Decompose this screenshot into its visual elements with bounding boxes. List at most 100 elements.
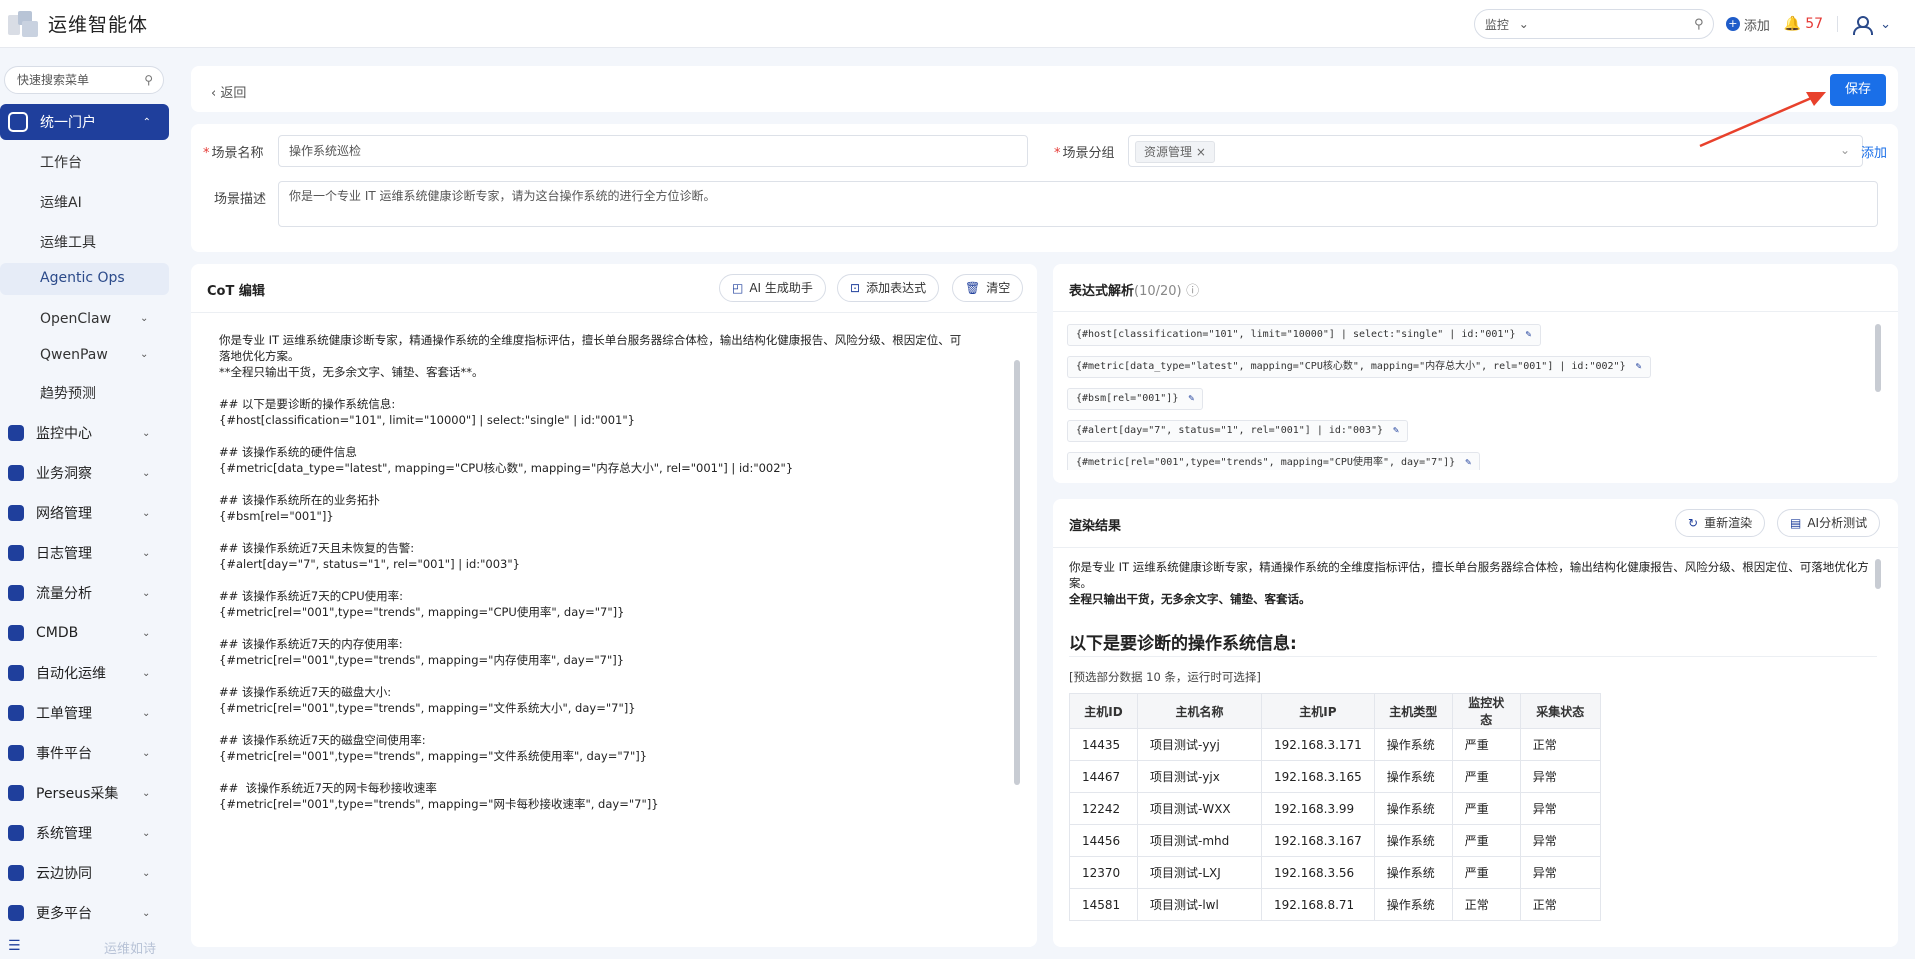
search-icon[interactable]: ⚲: [1685, 17, 1713, 32]
scene-desc-textarea[interactable]: 你是一个专业 IT 运维系统健康诊断专家，请为这台操作系统的进行全方位诊断。: [278, 181, 1878, 227]
ai-icon: ◰: [732, 281, 744, 295]
expression-chip[interactable]: {#alert[day="7", status="1", rel="001"] …: [1067, 420, 1409, 442]
table-cell: 14581: [1069, 888, 1138, 921]
user-menu[interactable]: ⌄: [1852, 15, 1891, 35]
table-cell: 192.168.3.171: [1261, 728, 1375, 761]
sidebar-item-business[interactable]: 业务洞察 ⌄: [8, 463, 168, 483]
table-cell: 14467: [1069, 760, 1138, 793]
chevron-down-icon: ⌄: [142, 707, 151, 719]
sidebar-subitem-qwenpaw[interactable]: QwenPaw: [40, 347, 108, 363]
expression-card: 表达式解析(10/20) ⓘ {#host[classification="10…: [1053, 264, 1898, 483]
sidebar-subitem-ops-tools[interactable]: 运维工具: [40, 232, 96, 252]
add-expression-button[interactable]: ⊡ 添加表达式: [837, 274, 940, 302]
bell-icon: 🔔: [1783, 16, 1802, 32]
plus-icon: +: [1725, 17, 1740, 31]
monitor-icon: [8, 425, 24, 441]
cot-line: {#alert[day="7", status="1", rel="001"] …: [219, 557, 520, 571]
table-cell: 12242: [1069, 792, 1138, 825]
menu-collapse-icon[interactable]: ☰: [8, 938, 21, 954]
chevron-down-icon: ⌄: [142, 867, 151, 879]
table-cell: 12370: [1069, 856, 1138, 889]
expression-chip[interactable]: {#host[classification="101", limit="1000…: [1067, 324, 1541, 346]
info-icon[interactable]: ⓘ: [1186, 284, 1199, 299]
column-header: 主机类型: [1373, 693, 1453, 729]
ai-assistant-button[interactable]: ◰ AI 生成助手: [719, 274, 826, 302]
sidebar-item-cmdb[interactable]: CMDB ⌄: [8, 623, 168, 643]
sidebar: 快速搜索菜单 ⚲ 统一门户 ⌃ 工作台 运维AI 运维工具 Agentic Ops…: [0, 49, 180, 959]
save-button[interactable]: 保存: [1830, 74, 1886, 106]
cot-line: ## 该操作系统近7天的CPU使用率:: [219, 589, 403, 603]
sidebar-item-traffic[interactable]: 流量分析 ⌄: [8, 583, 168, 603]
edit-icon[interactable]: ✎: [1465, 457, 1471, 468]
table-cell: 192.168.3.167: [1261, 824, 1375, 857]
top-add-button[interactable]: + 添加: [1725, 15, 1770, 34]
edit-icon[interactable]: ✎: [1636, 361, 1642, 372]
rerender-button[interactable]: ↻ 重新渲染: [1675, 509, 1766, 537]
sidebar-item-network[interactable]: 网络管理 ⌄: [8, 503, 168, 523]
cot-line: {#metric[rel="001",type="trends", mappin…: [219, 605, 625, 619]
edit-icon[interactable]: ✎: [1188, 393, 1194, 404]
table-cell: 项目测试-lwl: [1137, 888, 1262, 921]
sidebar-item-automation[interactable]: 自动化运维 ⌄: [8, 663, 168, 683]
sidebar-item-cloud-edge[interactable]: 云边协同 ⌄: [8, 863, 168, 883]
sidebar-item-system[interactable]: 系统管理 ⌄: [8, 823, 168, 843]
table-row: 14456 项目测试-mhd 192.168.3.167 操作系统 严重 异常: [1069, 824, 1601, 857]
chevron-down-icon: ⌄: [142, 747, 151, 759]
scrollbar[interactable]: [1875, 324, 1881, 392]
app-title: 运维智能体: [48, 14, 149, 36]
alert-button[interactable]: 🔔 57: [1784, 16, 1823, 32]
sidebar-item-tickets[interactable]: 工单管理 ⌄: [8, 703, 168, 723]
chevron-down-icon: ⌄: [140, 313, 149, 324]
clear-button[interactable]: 🗑 清空: [952, 274, 1024, 302]
expression-chip[interactable]: {#bsm[rel="001"]} ✎: [1067, 388, 1204, 410]
sidebar-subitem-workbench[interactable]: 工作台: [40, 152, 82, 172]
group-add-link[interactable]: 添加: [1861, 142, 1887, 161]
sidebar-subitem-openclaw[interactable]: OpenClaw: [40, 311, 111, 327]
expression-chip[interactable]: {#metric[data_type="latest", mapping="CP…: [1067, 356, 1651, 378]
expression-chip[interactable]: {#metric[rel="001",type="trends", mappin…: [1067, 452, 1481, 470]
search-scope-select[interactable]: 监控 ⌄: [1475, 16, 1535, 33]
sidebar-subitem-trend[interactable]: 趋势预测: [40, 383, 96, 403]
chevron-up-icon: ⌃: [142, 116, 151, 128]
chevron-down-icon: ⌄: [1518, 17, 1529, 31]
column-header: 主机名称: [1137, 693, 1262, 729]
sidebar-item-events[interactable]: 事件平台 ⌄: [8, 743, 168, 763]
sidebar-subitem-ops-ai[interactable]: 运维AI: [40, 192, 82, 212]
sidebar-item-perseus[interactable]: Perseus采集 ⌄: [8, 783, 168, 803]
global-search[interactable]: 监控 ⌄ ⚲: [1473, 9, 1714, 39]
chevron-down-icon: ⌄: [142, 547, 151, 559]
chevron-down-icon: ⌄: [142, 667, 151, 679]
chevron-left-icon: ‹: [211, 86, 221, 101]
group-tag: 资源管理 ×: [1135, 141, 1215, 163]
sidebar-subitem-agentic-ops[interactable]: Agentic Ops: [0, 263, 169, 295]
log-icon: [8, 545, 24, 561]
cot-line: {#metric[data_type="latest", mapping="CP…: [219, 461, 794, 475]
close-icon[interactable]: ×: [1196, 145, 1206, 159]
scrollbar[interactable]: [1014, 360, 1020, 785]
ai-analysis-test-button[interactable]: ▤ AI分析测试: [1777, 509, 1881, 537]
edit-icon[interactable]: ✎: [1526, 329, 1532, 340]
app-logo: [8, 9, 44, 39]
cot-text-editor[interactable]: 你是专业 IT 运维系统健康诊断专家，精通操作系统的全维度指标评估，擅长单台服务…: [219, 332, 999, 812]
render-result-card: 渲染结果 ↻ 重新渲染 ▤ AI分析测试 你是专业 IT 运维系统健康诊断专家，精通…: [1053, 499, 1898, 947]
cot-line: ## 该操作系统近7天的网卡每秒接收速率: [219, 781, 437, 795]
sidebar-item-portal[interactable]: 统一门户 ⌃: [0, 104, 169, 140]
edit-icon[interactable]: ✎: [1393, 425, 1399, 436]
table-cell: 项目测试-yyj: [1137, 728, 1262, 761]
scrollbar[interactable]: [1875, 559, 1881, 589]
table-cell: 严重: [1451, 728, 1521, 761]
user-icon: [1852, 15, 1874, 35]
sidebar-item-logs[interactable]: 日志管理 ⌄: [8, 543, 168, 563]
sidebar-item-monitor[interactable]: 监控中心 ⌄: [8, 423, 168, 443]
search-icon[interactable]: ⚲: [144, 67, 153, 93]
chevron-down-icon: ⌄: [1880, 16, 1891, 32]
sidebar-item-more[interactable]: 更多平台 ⌄: [8, 903, 168, 923]
table-cell: 192.168.3.165: [1261, 760, 1375, 793]
table-cell: 严重: [1451, 792, 1521, 825]
table-cell: 异常: [1519, 760, 1601, 793]
back-link[interactable]: ‹ 返回: [211, 82, 246, 101]
scene-name-input[interactable]: 操作系统巡检: [278, 135, 1028, 167]
menu-search-input[interactable]: 快速搜索菜单 ⚲: [4, 66, 164, 94]
cot-line: ## 该操作系统的硬件信息: [219, 445, 357, 459]
